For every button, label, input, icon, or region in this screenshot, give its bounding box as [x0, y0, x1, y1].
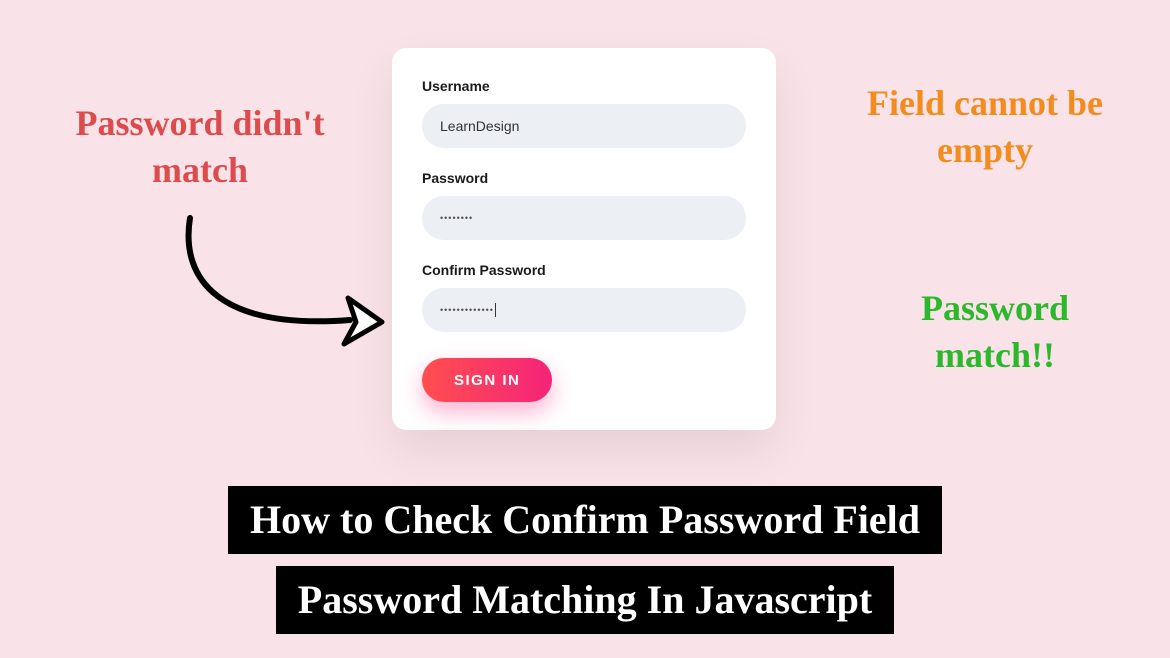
confirm-password-group: Confirm Password •••••••••••••	[422, 262, 746, 332]
title-line-1: How to Check Confirm Password Field	[228, 486, 942, 554]
confirm-password-label: Confirm Password	[422, 262, 746, 278]
username-label: Username	[422, 78, 746, 94]
username-input[interactable]: LearnDesign	[422, 104, 746, 148]
confirm-password-input[interactable]: •••••••••••••	[422, 288, 746, 332]
username-group: Username LearnDesign	[422, 78, 746, 148]
password-label: Password	[422, 170, 746, 186]
success-match-annotation: Password match!!	[875, 285, 1115, 379]
username-value: LearnDesign	[440, 118, 519, 134]
signin-form-card: Username LearnDesign Password •••••••• C…	[392, 48, 776, 430]
confirm-password-value: •••••••••••••	[440, 305, 494, 315]
error-empty-annotation: Field cannot be empty	[855, 80, 1115, 174]
arrow-icon	[160, 210, 400, 370]
text-cursor-icon	[495, 303, 496, 317]
password-value: ••••••••	[440, 213, 473, 223]
password-group: Password ••••••••	[422, 170, 746, 240]
thumbnail-title: How to Check Confirm Password Field Pass…	[0, 486, 1170, 634]
error-mismatch-annotation: Password didn't match	[60, 100, 340, 194]
sign-in-button[interactable]: SIGN IN	[422, 358, 552, 402]
title-line-2: Password Matching In Javascript	[276, 566, 894, 634]
password-input[interactable]: ••••••••	[422, 196, 746, 240]
